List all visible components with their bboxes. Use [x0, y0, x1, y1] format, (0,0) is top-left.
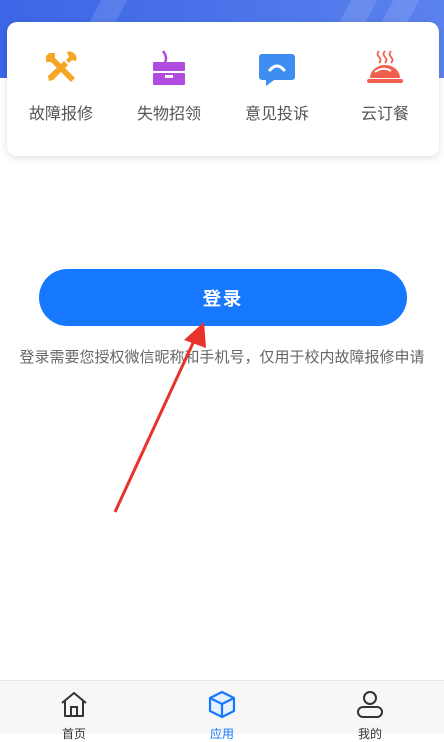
- home-icon: [58, 689, 90, 723]
- menu-item-repair[interactable]: 故障报修: [11, 46, 111, 124]
- bottom-tab-bar: 首页 应用 我的: [0, 680, 444, 741]
- tab-apps[interactable]: 应用: [167, 681, 277, 741]
- lost-found-box-icon: [147, 46, 191, 90]
- tools-icon: [39, 46, 83, 90]
- login-authorization-note: 登录需要您授权微信昵称和手机号，仅用于校内故障报修申请: [19, 348, 425, 366]
- meal-dish-icon: [363, 46, 407, 90]
- menu-item-complaint[interactable]: 意见投诉: [227, 46, 327, 124]
- menu-item-label: 云订餐: [360, 104, 409, 123]
- service-menu-card: 故障报修 失物招领 意见投诉 云订餐: [7, 22, 439, 156]
- tab-label: 应用: [209, 727, 234, 741]
- menu-item-meal[interactable]: 云订餐: [335, 46, 435, 124]
- menu-item-label: 失物招领: [136, 104, 201, 123]
- tab-home[interactable]: 首页: [19, 681, 129, 741]
- tab-profile[interactable]: 我的: [315, 681, 425, 741]
- login-button[interactable]: 登录: [39, 269, 407, 326]
- user-icon: [354, 689, 386, 723]
- tab-label: 我的: [357, 727, 382, 741]
- tab-label: 首页: [61, 727, 86, 741]
- menu-item-label: 故障报修: [28, 104, 93, 123]
- menu-item-label: 意见投诉: [244, 104, 309, 123]
- apps-cube-icon: [206, 689, 238, 723]
- chat-bubble-icon: [255, 46, 299, 90]
- menu-item-lost-found[interactable]: 失物招领: [119, 46, 219, 124]
